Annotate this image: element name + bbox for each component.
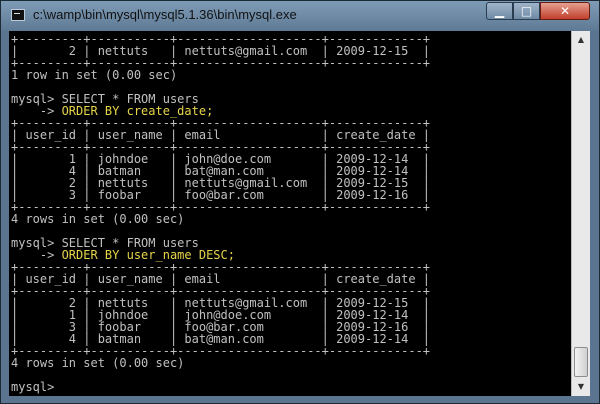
scroll-up-icon[interactable]: ▲ <box>573 32 589 48</box>
minimize-button[interactable]: ▁ <box>486 2 513 20</box>
maximize-button[interactable]: □ <box>513 2 540 20</box>
maximize-icon: □ <box>520 4 533 18</box>
scrollbar-thumb[interactable] <box>574 347 588 377</box>
window-title: c:\wamp\bin\mysql\mysql5.1.36\bin\mysql.… <box>33 7 297 22</box>
console-line: 4 rows in set (0.00 sec) <box>11 357 571 369</box>
console-window: c:\wamp\bin\mysql\mysql5.1.36\bin\mysql.… <box>0 0 600 404</box>
title-bar[interactable]: c:\wamp\bin\mysql\mysql5.1.36\bin\mysql.… <box>1 1 599 31</box>
console-text: +---------+-----------+-----------------… <box>9 31 571 393</box>
close-button[interactable]: ✕ <box>540 2 590 20</box>
console-line: 4 rows in set (0.00 sec) <box>11 213 571 225</box>
console-text-segment: 4 rows in set (0.00 sec) <box>11 212 185 226</box>
console-line: mysql> <box>11 381 571 393</box>
console-line: 1 row in set (0.00 sec) <box>11 69 571 81</box>
console-text-segment: 4 rows in set (0.00 sec) <box>11 356 185 370</box>
minimize-icon: ▁ <box>494 4 505 18</box>
console-app-icon <box>11 9 25 21</box>
vertical-scrollbar[interactable]: ▲ ▼ <box>571 31 590 396</box>
console-output[interactable]: +---------+-----------+-----------------… <box>9 31 571 396</box>
close-icon: ✕ <box>559 4 571 18</box>
console-text-segment: 1 row in set (0.00 sec) <box>11 68 178 82</box>
console-text-segment: mysql> <box>11 380 62 394</box>
scroll-down-icon[interactable]: ▼ <box>573 379 589 395</box>
